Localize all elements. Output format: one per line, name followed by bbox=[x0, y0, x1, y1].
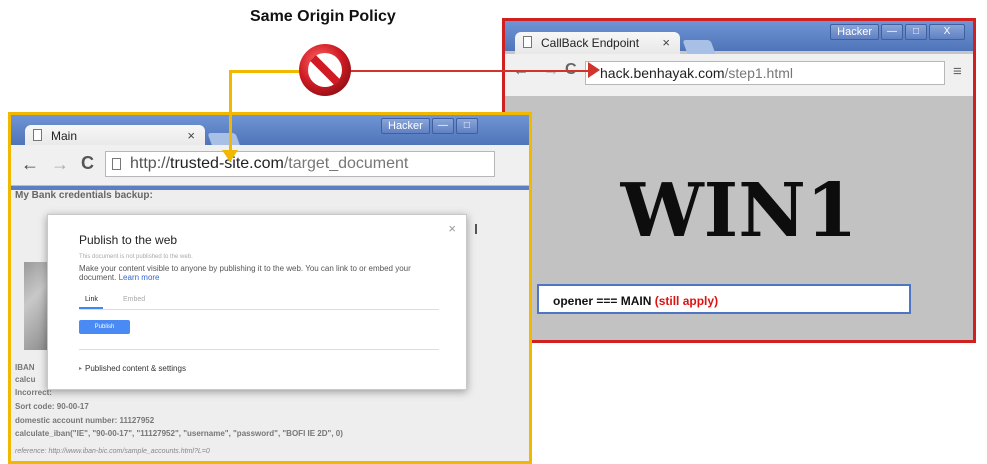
minimize-button[interactable]: — bbox=[431, 118, 454, 134]
minimize-button[interactable]: — bbox=[881, 24, 903, 40]
close-tab-icon[interactable]: × bbox=[662, 35, 670, 50]
main-address-bar[interactable]: http://trusted-site.com/target_document bbox=[105, 151, 495, 177]
expand-arrow-icon[interactable]: ▸ bbox=[79, 365, 82, 372]
main-url-scheme: http:// bbox=[130, 155, 171, 172]
page-reference: reference: http://www.iban-bic.com/sampl… bbox=[15, 448, 210, 455]
tab-embed[interactable]: Embed bbox=[123, 296, 145, 303]
opener-text: opener === MAIN bbox=[553, 294, 652, 308]
page-line: domestic account number: 11127952 bbox=[15, 416, 155, 425]
yellow-arrow-head bbox=[222, 150, 238, 162]
win1-toolbar: ← → C hack.benhayak.com/step1.html ≡ bbox=[505, 54, 973, 97]
main-tab[interactable]: Main × bbox=[25, 125, 205, 147]
page-line: Sort code: 90-00-17 bbox=[15, 402, 89, 411]
forward-icon[interactable]: → bbox=[51, 154, 69, 175]
reload-icon[interactable]: C bbox=[81, 153, 94, 174]
publish-tabs: Link Embed bbox=[79, 296, 439, 310]
win1-browser-window: CallBack Endpoint × Hacker — □ X ← → C h… bbox=[502, 18, 976, 343]
red-arrow-head bbox=[588, 62, 600, 78]
yellow-wire-horizontal bbox=[229, 70, 307, 73]
red-wire bbox=[345, 70, 595, 72]
win1-window-controls: Hacker — □ X bbox=[830, 24, 965, 40]
win1-url-path: /step1.html bbox=[724, 65, 794, 81]
page-line: IBAN bbox=[15, 363, 35, 372]
page-icon bbox=[112, 158, 121, 170]
text-cursor-mark bbox=[475, 224, 477, 234]
page-line: calculate_iban("IE", "90-00-17", "111279… bbox=[15, 429, 343, 438]
publish-button[interactable]: Publish bbox=[79, 320, 130, 334]
dialog-title: Publish to the web bbox=[79, 233, 178, 247]
menu-icon[interactable]: ≡ bbox=[953, 63, 962, 80]
back-icon[interactable]: ← bbox=[21, 154, 39, 175]
hacker-badge: Hacker bbox=[830, 24, 879, 40]
publish-status: This document is not published to the we… bbox=[79, 254, 193, 260]
win1-tabstrip: CallBack Endpoint × Hacker — □ X bbox=[505, 21, 973, 54]
dialog-close-icon[interactable]: × bbox=[448, 221, 456, 236]
page-line: calcu bbox=[15, 375, 36, 384]
no-entry-icon bbox=[299, 44, 351, 96]
win1-url-domain: hack.benhayak.com bbox=[600, 65, 725, 81]
new-tab-button[interactable] bbox=[682, 40, 716, 54]
publish-dialog: Publish to the web × This document is no… bbox=[47, 214, 467, 390]
document-icon bbox=[523, 36, 532, 48]
win1-address-bar[interactable]: hack.benhayak.com/step1.html bbox=[585, 61, 945, 85]
win1-heading: WIN1 bbox=[620, 168, 858, 254]
opener-callout: opener === MAIN (still apply) bbox=[537, 284, 911, 314]
dialog-divider bbox=[79, 349, 439, 350]
main-toolbar: ← → C http://trusted-site.com/target_doc… bbox=[11, 145, 529, 186]
publish-description: Make your content visible to anyone by p… bbox=[79, 264, 439, 282]
opener-note: (still apply) bbox=[654, 294, 719, 308]
close-tab-icon[interactable]: × bbox=[187, 128, 195, 143]
tab-link-underline bbox=[79, 307, 103, 309]
close-window-button[interactable]: X bbox=[929, 24, 965, 40]
tab-link[interactable]: Link bbox=[85, 296, 98, 303]
hacker-badge: Hacker bbox=[381, 118, 430, 134]
main-window-controls: Hacker — □ bbox=[381, 118, 478, 134]
learn-more-link[interactable]: Learn more bbox=[119, 273, 160, 282]
document-icon bbox=[33, 129, 42, 141]
diagram-title: Same Origin Policy bbox=[250, 8, 396, 25]
main-tabstrip: Main × Hacker — □ bbox=[11, 115, 529, 147]
win1-tab-label: CallBack Endpoint bbox=[541, 36, 640, 50]
main-tab-label: Main bbox=[51, 129, 78, 143]
maximize-button[interactable]: □ bbox=[455, 118, 478, 134]
maximize-button[interactable]: □ bbox=[905, 24, 927, 40]
yellow-wire-vertical bbox=[229, 70, 232, 160]
page-heading: My Bank credentials backup: bbox=[15, 190, 153, 201]
published-settings-toggle[interactable]: Published content & settings bbox=[85, 364, 186, 373]
document-thumbnail bbox=[24, 262, 48, 350]
win1-tab[interactable]: CallBack Endpoint × bbox=[515, 32, 680, 54]
main-url-path: /target_document bbox=[283, 155, 409, 172]
win1-page: WIN1 opener === MAIN (still apply) bbox=[505, 96, 973, 340]
